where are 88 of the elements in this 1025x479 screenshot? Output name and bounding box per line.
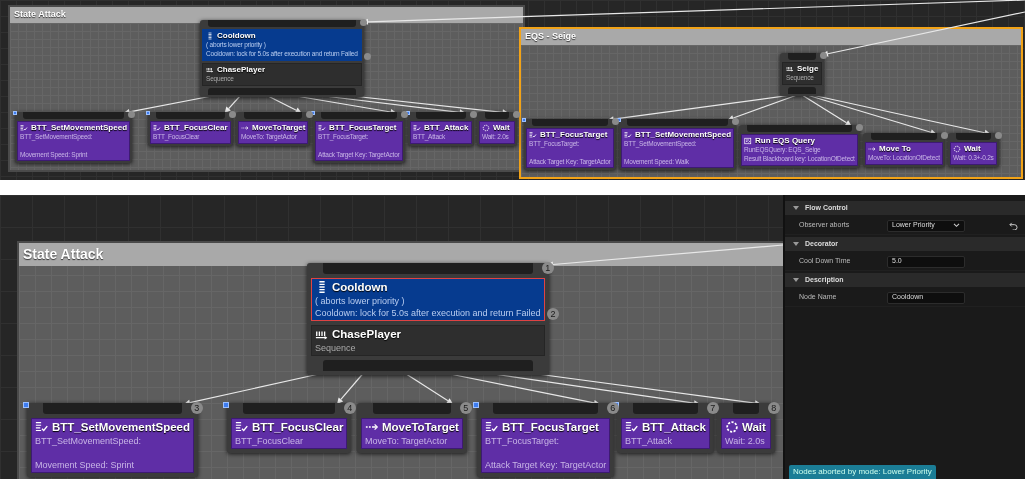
decorator-title: Cooldown — [332, 280, 388, 295]
dashed-circle-icon — [482, 124, 490, 133]
pin-dot[interactable] — [819, 52, 827, 60]
pin-dot[interactable] — [855, 124, 863, 132]
blueprint-marker-icon — [23, 402, 30, 409]
input-pin-bar — [485, 112, 509, 119]
node-subtitle: Sequence — [315, 342, 357, 355]
node-title: BTT_FocusTarget — [329, 123, 397, 134]
decorator-card[interactable]: Cooldown ( aborts lower priority ) Cooldown: lock for 5.0s after execution and return Failed — [311, 278, 545, 322]
task-list-icon — [318, 124, 326, 133]
chevron-icon — [953, 223, 960, 228]
node-title: BTT_Attack — [424, 123, 469, 134]
node-title: ChasePlayer — [332, 327, 402, 343]
decorator-text: Cooldown: lock for 5.0s after execution and return Failed — [315, 307, 541, 320]
pin-dot[interactable] — [400, 111, 408, 119]
task-list-icon — [624, 131, 632, 140]
blueprint-marker-icon — [473, 402, 480, 409]
input-pin-bar — [244, 112, 303, 119]
node-title: BTT_FocusClear — [164, 123, 228, 134]
pin-dot[interactable] — [359, 19, 367, 27]
expand-triangle-icon[interactable] — [793, 278, 799, 282]
pin-dot[interactable] — [305, 111, 313, 119]
connector-arrow — [224, 95, 241, 113]
sequence-icon — [786, 65, 794, 74]
node-subtitle: Wait: 2.0s — [725, 434, 766, 448]
node-subtitle: BTT_FocusTarget: — [485, 434, 561, 448]
node-title: Wait — [742, 420, 766, 435]
timer-bars-icon — [206, 32, 214, 41]
node-title: Wait — [964, 144, 981, 155]
task-list-icon — [20, 124, 28, 133]
task-list-icon — [153, 124, 161, 133]
blueprint-marker-icon — [146, 111, 150, 115]
node-title: Run EQS Query — [755, 136, 815, 147]
group-title: State Attack — [19, 243, 783, 266]
input-pin-bar — [956, 133, 991, 140]
node-detail: Movement Speed: Sprint — [35, 458, 136, 471]
pin-dot[interactable] — [731, 118, 739, 126]
node-subtitle: BTT_Attack — [625, 434, 673, 448]
dashed-circle-icon — [725, 420, 739, 435]
node-title: BTT_FocusTarget — [540, 130, 608, 141]
pin-dot[interactable] — [228, 111, 236, 119]
input-pin-bar — [416, 112, 466, 119]
decorator-title: Cooldown — [217, 31, 256, 42]
decorator-text: ( aborts lower priority ) — [315, 294, 406, 308]
node-subtitle: BTT_FocusClear — [235, 434, 305, 448]
tooltip: Nodes aborted by mode: Lower Priority — [789, 465, 936, 479]
node-title: BTT_SetMovementSpeed — [52, 420, 191, 435]
connector-arrow — [337, 373, 364, 404]
node-title: MoveToTarget — [252, 123, 306, 134]
reset-arrow-icon[interactable] — [1009, 221, 1018, 230]
pin-dot[interactable] — [611, 118, 619, 126]
pin-dot[interactable] — [127, 111, 135, 119]
node-title: Move To — [879, 144, 911, 155]
expand-triangle-icon[interactable] — [793, 242, 799, 246]
node-title: BTT_FocusTarget — [502, 420, 599, 435]
blueprint-marker-icon — [522, 118, 526, 122]
node-title: BTT_FocusClear — [252, 420, 344, 435]
pin-dot[interactable] — [940, 132, 948, 140]
input-pin-bar — [633, 403, 698, 414]
input-pin-bar — [733, 403, 759, 414]
pin-dot[interactable] — [994, 132, 1002, 140]
group-title: State Attack — [10, 7, 523, 23]
sequence-icon — [206, 66, 214, 75]
group-title: EQS - Seige — [521, 29, 1021, 45]
blueprint-marker-icon — [223, 402, 230, 409]
input-pin-bar — [788, 53, 817, 60]
input-pin-bar — [871, 133, 937, 140]
node-title: Seige — [797, 64, 819, 75]
task-list-icon — [529, 131, 537, 140]
node-subtitle: MoveTo: TargetActor — [365, 434, 449, 448]
node-title: ChasePlayer — [217, 64, 266, 76]
node-title: BTT_SetMovementSpeed — [31, 123, 128, 134]
expand-triangle-icon[interactable] — [793, 206, 799, 210]
output-pin-bar — [788, 87, 817, 95]
task-list-icon — [413, 124, 421, 133]
node-title: BTT_Attack — [642, 420, 706, 435]
node-title: BTT_SetMovementSpeed — [635, 130, 732, 141]
query-icon — [744, 137, 752, 146]
node-title: Wait — [493, 123, 510, 134]
node-subtitle: BTT_SetMovementSpeed: — [35, 434, 143, 448]
input-pin-bar — [156, 112, 225, 119]
node-title: MoveToTarget — [382, 420, 459, 435]
pin-dot[interactable] — [364, 53, 371, 60]
node-detail: Attack Target Key: TargetActor — [485, 458, 607, 471]
pin-dot[interactable] — [512, 111, 520, 119]
blueprint-marker-icon — [13, 111, 17, 115]
pin-dot[interactable] — [469, 111, 477, 119]
dashed-circle-icon — [953, 145, 961, 154]
